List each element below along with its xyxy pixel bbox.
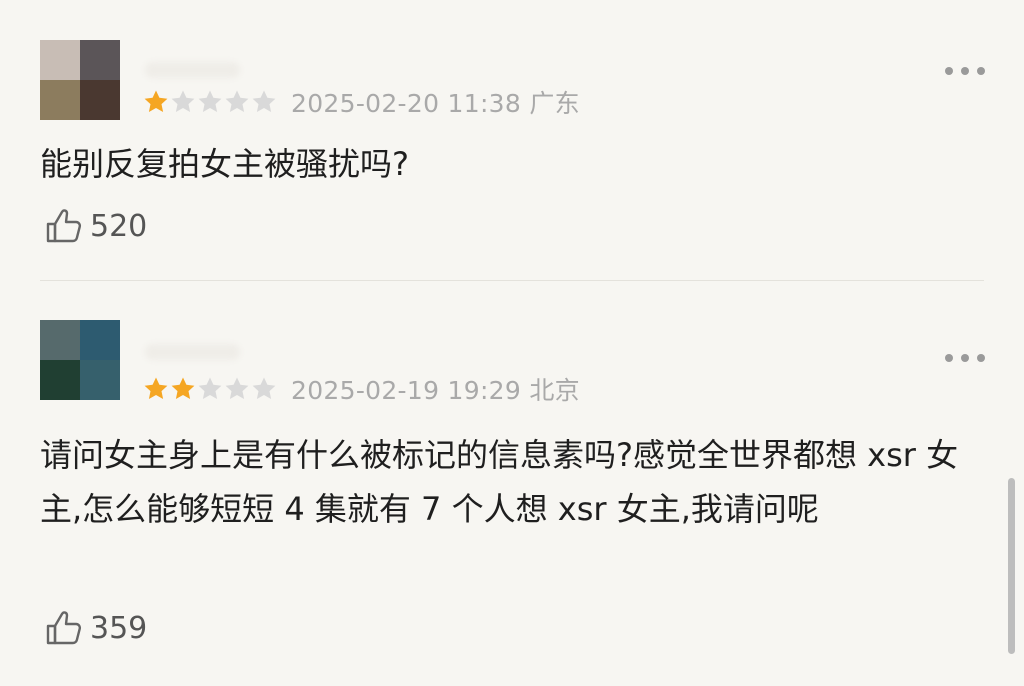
star-empty-icon bbox=[252, 377, 276, 399]
more-options-button[interactable] bbox=[945, 351, 985, 365]
thumbs-up-icon bbox=[46, 611, 82, 645]
avatar-pixel bbox=[80, 320, 120, 360]
avatar[interactable] bbox=[40, 320, 120, 400]
more-icon-dot bbox=[945, 354, 953, 362]
star-empty-icon bbox=[198, 377, 222, 399]
more-icon-dot bbox=[977, 354, 985, 362]
avatar-pixel bbox=[40, 320, 80, 360]
star-filled-icon bbox=[144, 377, 168, 399]
like-button[interactable]: 359 bbox=[44, 607, 147, 649]
more-icon-dot bbox=[961, 354, 969, 362]
scrollbar[interactable] bbox=[1008, 478, 1015, 654]
star-rating bbox=[142, 375, 277, 403]
avatar-pixel bbox=[40, 360, 80, 400]
star-empty-icon bbox=[225, 377, 249, 399]
review-timestamp: 2025-02-19 19:29 北京 bbox=[291, 376, 580, 405]
username-redacted bbox=[145, 344, 240, 360]
avatar-pixel bbox=[80, 360, 120, 400]
review-item: 2025-02-19 19:29 北京 请问女主身上是有什么被标记的信息素吗?感… bbox=[0, 0, 1024, 686]
star-filled-icon bbox=[171, 377, 195, 399]
like-count: 359 bbox=[90, 610, 148, 646]
review-content: 请问女主身上是有什么被标记的信息素吗?感觉全世界都想 xsr 女主,怎么能够短短… bbox=[40, 436, 959, 528]
review-meta: 2025-02-19 19:29 北京 bbox=[142, 373, 580, 405]
